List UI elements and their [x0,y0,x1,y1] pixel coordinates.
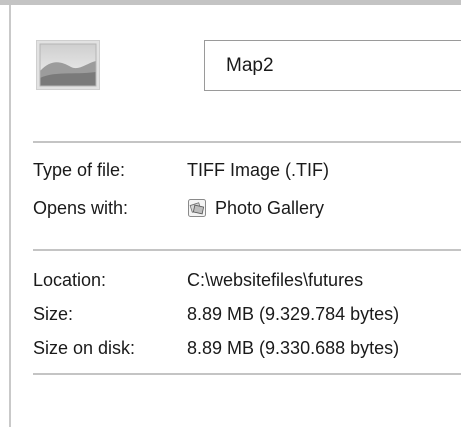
size-value: 8.89 MB (9.329.784 bytes) [187,304,400,324]
type-of-file-value: TIFF Image (.TIF) [187,160,329,180]
size-on-disk-label: Size on disk: [33,338,136,358]
location-label: Location: [33,270,107,290]
window-frame-left [9,5,11,427]
separator [33,249,461,251]
size-on-disk-value: 8.89 MB (9.330.688 bytes) [187,338,400,358]
type-of-file-label: Type of file: [33,160,126,180]
size-label: Size: [33,304,74,324]
separator [33,141,461,143]
photo-gallery-icon [187,198,207,218]
image-thumbnail-icon [36,40,100,90]
opens-with-app-name: Photo Gallery [215,198,325,218]
file-properties-panel: Type of file: TIFF Image (.TIF) Opens wi… [0,0,461,427]
separator [33,373,461,375]
file-name-input[interactable] [204,40,461,91]
opens-with-label: Opens with: [33,198,129,218]
opens-with-value[interactable]: Photo Gallery [187,194,324,222]
location-value: C:\websitefiles\futures [187,270,364,290]
window-frame-top [0,0,461,5]
